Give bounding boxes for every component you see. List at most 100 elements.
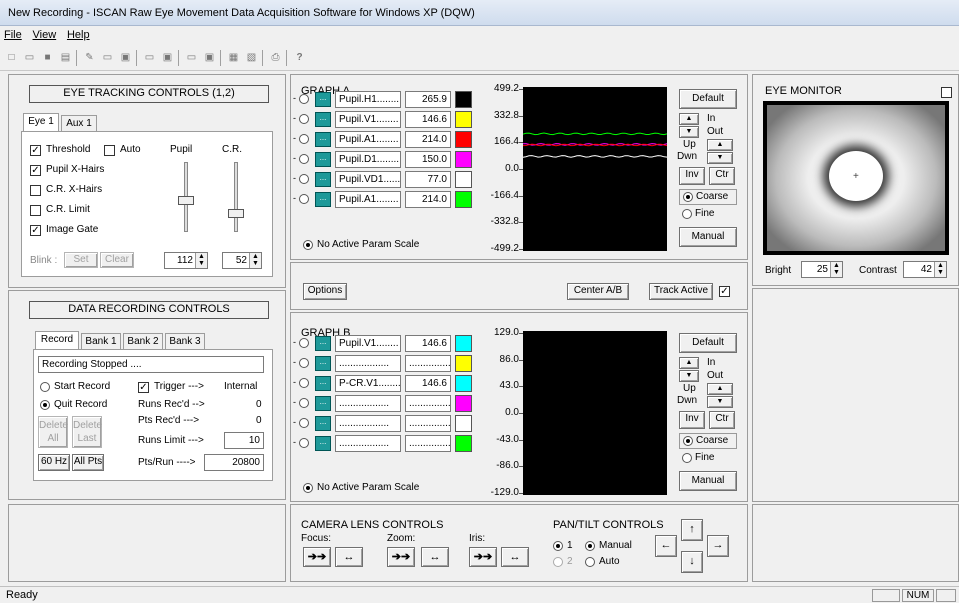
- save-icon[interactable]: ■: [40, 51, 55, 64]
- trace-color-swatch[interactable]: [455, 111, 472, 128]
- param-name-field[interactable]: ..................: [335, 415, 401, 432]
- param-name-field[interactable]: Pupil.H1........: [335, 91, 401, 108]
- center-button[interactable]: Ctr: [709, 167, 735, 185]
- open-file-icon[interactable]: ▭: [22, 51, 37, 64]
- param-browse-button[interactable]: ...: [315, 336, 331, 351]
- param-select-radio[interactable]: [299, 94, 309, 104]
- focus-far-button[interactable]: ↔: [335, 547, 363, 567]
- param-select-radio[interactable]: [299, 338, 309, 348]
- param-browse-button[interactable]: ...: [315, 172, 331, 187]
- save-config-icon[interactable]: ▣: [160, 51, 175, 64]
- threshold-checkbox[interactable]: ✓: [30, 145, 41, 156]
- save-data-icon[interactable]: ▣: [118, 51, 133, 64]
- coarse-radio[interactable]: [683, 192, 693, 202]
- no-active-param-radio-b[interactable]: [303, 483, 313, 493]
- param-browse-button[interactable]: ...: [315, 132, 331, 147]
- contrast-spinner[interactable]: 42 ▲ ▼: [903, 261, 947, 278]
- param-browse-button[interactable]: ...: [315, 152, 331, 167]
- coarse-radio[interactable]: [683, 436, 693, 446]
- param-select-radio[interactable]: [299, 378, 309, 388]
- param-select-radio[interactable]: [299, 418, 309, 428]
- focus-near-button[interactable]: ➔➔: [303, 547, 331, 567]
- manual-button[interactable]: Manual: [679, 227, 737, 247]
- menu-view[interactable]: View: [29, 27, 61, 43]
- tab-eye-1[interactable]: Eye 1: [23, 113, 59, 131]
- cr-slider-thumb[interactable]: [228, 208, 244, 218]
- param-name-field[interactable]: ..................: [335, 355, 401, 372]
- menu-file[interactable]: File: [0, 27, 26, 43]
- invert-button[interactable]: Inv: [679, 411, 705, 429]
- iris-open-button[interactable]: ↔: [501, 547, 529, 567]
- param-browse-button[interactable]: ...: [315, 416, 331, 431]
- param-name-field[interactable]: ..................: [335, 435, 401, 452]
- fine-radio[interactable]: [682, 209, 692, 219]
- trace-color-swatch[interactable]: [455, 355, 472, 372]
- pantilt-auto-radio[interactable]: [585, 557, 595, 567]
- pupil-threshold-spinner[interactable]: 112 ▲ ▼: [164, 252, 208, 269]
- trace-color-swatch[interactable]: [455, 91, 472, 108]
- tab-record[interactable]: Record: [35, 331, 79, 349]
- param-select-radio[interactable]: [299, 114, 309, 124]
- trace-color-swatch[interactable]: [455, 131, 472, 148]
- delete-last-button[interactable]: Delete Last: [72, 416, 102, 448]
- param-browse-button[interactable]: ...: [315, 356, 331, 371]
- pupil-xhairs-checkbox[interactable]: ✓: [30, 165, 41, 176]
- cr-threshold-spinner[interactable]: 52 ▲ ▼: [222, 252, 262, 269]
- new-file-icon[interactable]: □: [4, 51, 19, 64]
- trace-color-swatch[interactable]: [455, 415, 472, 432]
- up-arrow-button[interactable]: ▲: [707, 139, 733, 151]
- param-select-radio[interactable]: [299, 438, 309, 448]
- spin-arrows-icon[interactable]: ▲ ▼: [195, 253, 207, 268]
- trace-color-swatch[interactable]: [455, 335, 472, 352]
- up-arrow-button[interactable]: ▲: [707, 383, 733, 395]
- save-setup-icon[interactable]: ▣: [202, 51, 217, 64]
- in-arrow-button[interactable]: ▲: [679, 113, 699, 125]
- param-name-field[interactable]: Pupil.V1........: [335, 111, 401, 128]
- param-browse-button[interactable]: ...: [315, 396, 331, 411]
- param-select-radio[interactable]: [299, 398, 309, 408]
- down-arrow-button[interactable]: ▼: [707, 152, 733, 164]
- chart-icon[interactable]: ▧: [244, 51, 259, 64]
- cr-limit-checkbox[interactable]: [30, 205, 41, 216]
- out-arrow-button[interactable]: ▼: [679, 126, 699, 138]
- trigger-checkbox[interactable]: ✓: [138, 382, 149, 393]
- menu-help[interactable]: Help: [63, 27, 94, 43]
- param-browse-button[interactable]: ...: [315, 376, 331, 391]
- param-name-field[interactable]: Pupil.D1........: [335, 151, 401, 168]
- delete-all-button[interactable]: Delete All: [38, 416, 68, 448]
- tab-bank-2[interactable]: Bank 2: [123, 333, 163, 349]
- param-select-radio[interactable]: [299, 194, 309, 204]
- open-setup-icon[interactable]: ▭: [184, 51, 199, 64]
- fine-radio[interactable]: [682, 453, 692, 463]
- trace-color-swatch[interactable]: [455, 395, 472, 412]
- track-active-button[interactable]: Track Active: [649, 283, 713, 300]
- param-browse-button[interactable]: ...: [315, 436, 331, 451]
- center-ab-button[interactable]: Center A/B: [567, 283, 629, 300]
- default-button[interactable]: Default: [679, 89, 737, 109]
- coarse-option[interactable]: Coarse: [679, 189, 737, 205]
- auto-checkbox[interactable]: [104, 145, 115, 156]
- param-select-radio[interactable]: [299, 174, 309, 184]
- tilt-up-button[interactable]: ↑: [681, 519, 703, 541]
- manual-button[interactable]: Manual: [679, 471, 737, 491]
- param-select-radio[interactable]: [299, 358, 309, 368]
- runs-limit-field[interactable]: 10: [224, 432, 264, 449]
- pan-right-button[interactable]: →: [707, 535, 729, 557]
- iris-close-button[interactable]: ➔➔: [469, 547, 497, 567]
- track-active-checkbox[interactable]: ✓: [719, 286, 730, 297]
- tilt-down-button[interactable]: ↓: [681, 551, 703, 573]
- no-active-param-radio-a[interactable]: [303, 240, 313, 250]
- image-gate-checkbox[interactable]: ✓: [30, 225, 41, 236]
- in-arrow-button[interactable]: ▲: [679, 357, 699, 369]
- pantilt-manual-radio[interactable]: [585, 541, 595, 551]
- pts-run-field[interactable]: 20800: [204, 454, 264, 471]
- quit-record-radio[interactable]: [40, 400, 50, 410]
- fine-option[interactable]: Fine: [679, 451, 737, 467]
- cr-xhairs-checkbox[interactable]: [30, 185, 41, 196]
- pan-left-button[interactable]: ←: [655, 535, 677, 557]
- pupil-slider-thumb[interactable]: [178, 196, 194, 206]
- center-button[interactable]: Ctr: [709, 411, 735, 429]
- param-select-radio[interactable]: [299, 134, 309, 144]
- pantilt-2-radio[interactable]: [553, 557, 563, 567]
- tab-bank-3[interactable]: Bank 3: [165, 333, 205, 349]
